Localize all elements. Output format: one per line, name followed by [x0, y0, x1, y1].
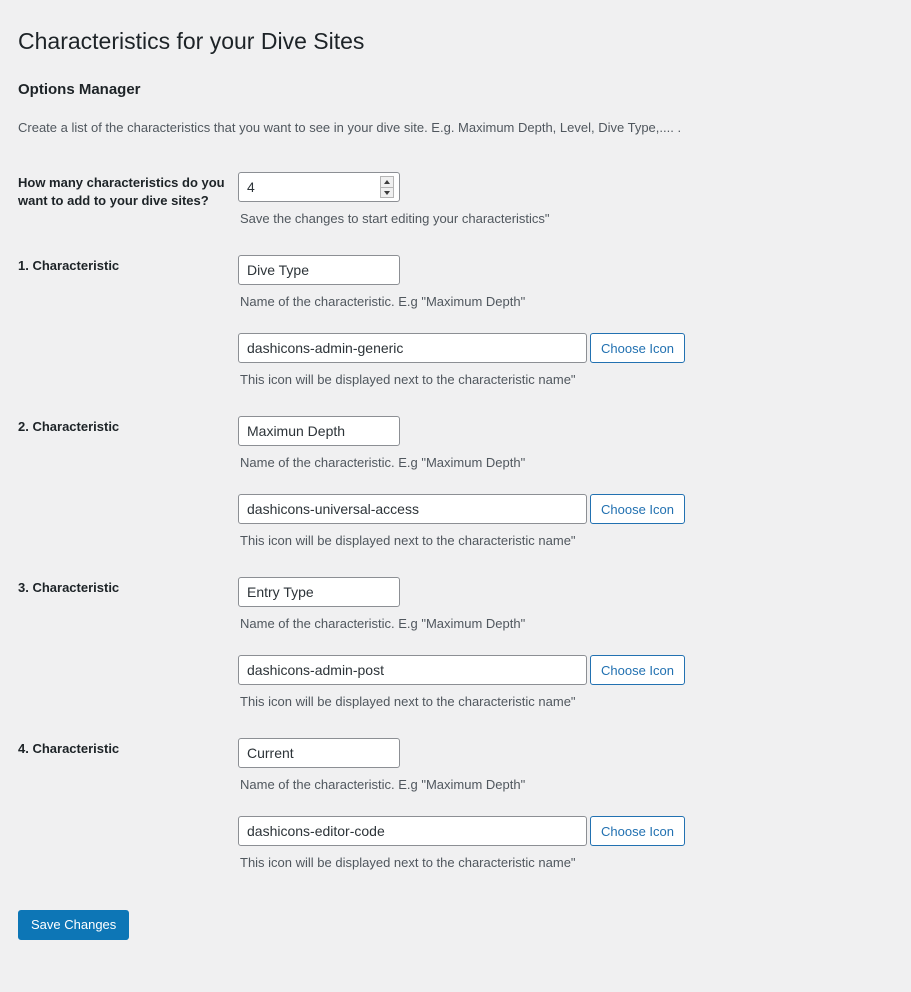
- characteristic-count-input[interactable]: [238, 172, 400, 203]
- page-title: Characteristics for your Dive Sites: [18, 28, 365, 54]
- options-form-table: How many characteristics do you want to …: [18, 159, 911, 886]
- characteristic-2-name-description: Name of the characteristic. E.g "Maximum…: [240, 454, 526, 470]
- section-description: Create a list of the characteristics tha…: [18, 119, 682, 135]
- section-title: Options Manager: [18, 80, 141, 98]
- characteristic-2-icon-row: Choose Icon: [238, 494, 901, 525]
- characteristic-2-label: 2. Characteristic: [18, 418, 120, 434]
- options-page-wrap: Characteristics for your Dive Sites Opti…: [0, 0, 911, 940]
- form-row-characteristic-1: 1. Characteristic Name of the characteri…: [18, 242, 911, 403]
- form-row-characteristic-count: How many characteristics do you want to …: [18, 159, 911, 242]
- characteristic-2-cell: Name of the characteristic. E.g "Maximum…: [238, 403, 911, 564]
- characteristic-3-icon-row: Choose Icon: [238, 655, 901, 686]
- characteristic-1-name-description: Name of the characteristic. E.g "Maximum…: [240, 293, 526, 309]
- characteristic-1-icon-row: Choose Icon: [238, 333, 901, 364]
- characteristic-count-label: How many characteristics do you want to …: [18, 175, 225, 208]
- characteristic-3-icon-description: This icon will be displayed next to the …: [240, 694, 576, 710]
- characteristic-count-cell: Save the changes to start editing your c…: [238, 159, 911, 242]
- characteristic-4-cell: Name of the characteristic. E.g "Maximum…: [238, 725, 911, 886]
- characteristic-3-name-description: Name of the characteristic. E.g "Maximum…: [240, 615, 526, 631]
- characteristic-2-icon-input[interactable]: [238, 494, 587, 525]
- characteristic-count-stepper[interactable]: [238, 172, 400, 203]
- submit-area: Save Changes: [18, 892, 911, 940]
- characteristic-4-icon-description: This icon will be displayed next to the …: [240, 855, 576, 871]
- characteristic-1-icon-description: This icon will be displayed next to the …: [240, 372, 576, 388]
- characteristic-count-description: Save the changes to start editing your c…: [240, 211, 550, 227]
- characteristic-4-label: 4. Characteristic: [18, 740, 120, 756]
- characteristic-4-icon-row: Choose Icon: [238, 816, 901, 847]
- number-spinner[interactable]: [380, 176, 394, 199]
- form-row-characteristic-2: 2. Characteristic Name of the characteri…: [18, 403, 911, 564]
- characteristic-2-name-input[interactable]: [238, 415, 400, 446]
- characteristic-1-choose-icon-button[interactable]: Choose Icon: [590, 333, 685, 364]
- form-row-characteristic-4: 4. Characteristic Name of the characteri…: [18, 725, 911, 886]
- characteristic-4-name-description: Name of the characteristic. E.g "Maximum…: [240, 776, 526, 792]
- characteristic-3-cell: Name of the characteristic. E.g "Maximum…: [238, 564, 911, 725]
- characteristic-1-icon-input[interactable]: [238, 333, 587, 364]
- characteristic-4-choose-icon-button[interactable]: Choose Icon: [590, 816, 685, 847]
- characteristic-2-choose-icon-button[interactable]: Choose Icon: [590, 494, 685, 525]
- characteristic-1-cell: Name of the characteristic. E.g "Maximum…: [238, 242, 911, 403]
- spinner-up-icon[interactable]: [380, 176, 394, 188]
- characteristic-1-label: 1. Characteristic: [18, 257, 120, 273]
- form-row-characteristic-3: 3. Characteristic Name of the characteri…: [18, 564, 911, 725]
- characteristic-1-name-input[interactable]: [238, 254, 400, 285]
- spinner-down-icon[interactable]: [380, 187, 394, 199]
- characteristic-3-label: 3. Characteristic: [18, 579, 120, 595]
- characteristic-4-name-input[interactable]: [238, 737, 400, 768]
- characteristic-3-choose-icon-button[interactable]: Choose Icon: [590, 655, 685, 686]
- characteristic-3-icon-input[interactable]: [238, 655, 587, 686]
- characteristic-3-name-input[interactable]: [238, 576, 400, 607]
- characteristic-4-icon-input[interactable]: [238, 816, 587, 847]
- save-changes-button[interactable]: Save Changes: [18, 909, 130, 940]
- characteristic-2-icon-description: This icon will be displayed next to the …: [240, 533, 576, 549]
